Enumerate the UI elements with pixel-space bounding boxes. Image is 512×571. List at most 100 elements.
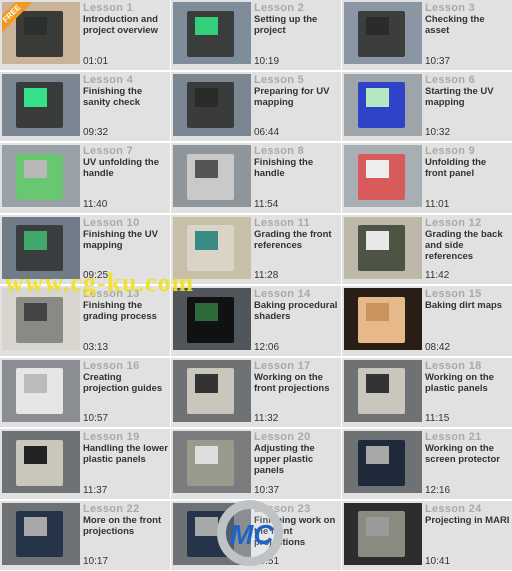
lesson-number: Lesson 2 <box>254 2 305 14</box>
lesson-duration: 10:32 <box>425 127 451 138</box>
watermark-text: www.cg-ku.com <box>5 268 195 297</box>
lesson-duration: 06:44 <box>254 127 280 138</box>
lesson-title[interactable]: Adjusting the upper plastic panels <box>254 443 339 476</box>
lesson-number: Lesson 10 <box>83 216 140 229</box>
lesson-thumbnail[interactable] <box>173 2 251 64</box>
lesson-number: Lesson 5 <box>254 73 305 86</box>
lesson-duration: 11:37 <box>83 484 108 496</box>
lesson-thumbnail[interactable] <box>2 73 80 136</box>
lesson-thumbnail[interactable] <box>344 431 422 493</box>
lesson-thumbnail[interactable]: FREE <box>2 2 80 64</box>
lesson-title[interactable]: Setting up the project <box>254 14 339 36</box>
lesson-card[interactable]: Lesson 21 Working on the screen protecto… <box>342 429 512 499</box>
lesson-title[interactable]: Working on the front projections <box>254 372 339 394</box>
lesson-number: Lesson 7 <box>83 145 134 157</box>
lesson-number: Lesson 12 <box>425 216 482 229</box>
lesson-thumbnail[interactable] <box>344 288 422 350</box>
lesson-title[interactable]: Finishing the handle <box>254 157 339 179</box>
lesson-title[interactable]: Introduction and project overview <box>83 14 168 36</box>
lesson-duration: 11:15 <box>425 413 450 424</box>
lesson-number: Lesson 21 <box>425 431 482 443</box>
lesson-duration: 11:32 <box>254 413 279 424</box>
lesson-number: Lesson 19 <box>83 431 140 443</box>
lesson-title[interactable]: Baking dirt maps <box>425 300 510 311</box>
lesson-card[interactable]: Lesson 3 Checking the asset 10:37 <box>342 0 512 70</box>
lesson-duration: 11:54 <box>254 198 279 210</box>
lesson-title[interactable]: Working on the screen protector <box>425 443 510 465</box>
lesson-title[interactable]: Handling the lower plastic panels <box>83 443 168 465</box>
lesson-number: Lesson 20 <box>254 431 311 443</box>
lesson-number: Lesson 9 <box>425 145 476 157</box>
lesson-card[interactable]: Lesson 17 Working on the front projectio… <box>171 357 341 427</box>
lesson-thumbnail[interactable] <box>2 502 80 565</box>
lesson-thumbnail[interactable] <box>344 73 422 136</box>
lesson-number: Lesson 17 <box>254 359 311 372</box>
lesson-card[interactable]: Lesson 2 Setting up the project 10:19 <box>171 0 341 70</box>
lesson-thumbnail[interactable] <box>173 431 251 493</box>
lesson-card[interactable]: Lesson 11 Grading the front references 1… <box>171 214 341 284</box>
lesson-card[interactable]: Lesson 18 Working on the plastic panels … <box>342 357 512 427</box>
lesson-title[interactable]: Starting the UV mapping <box>425 86 510 108</box>
lesson-number: Lesson 11 <box>254 216 310 229</box>
lesson-duration: 10:57 <box>83 413 109 424</box>
lesson-duration: 10:17 <box>83 556 109 567</box>
lesson-duration: 11:01 <box>425 198 450 210</box>
lesson-card[interactable]: Lesson 19 Handling the lower plastic pan… <box>0 429 170 499</box>
lesson-number: Lesson 24 <box>425 502 482 515</box>
lesson-duration: 10:37 <box>425 55 451 67</box>
lesson-thumbnail[interactable] <box>173 359 251 422</box>
lesson-thumbnail[interactable] <box>344 216 422 279</box>
lesson-title[interactable]: Working on the plastic panels <box>425 372 510 394</box>
lesson-card[interactable]: Lesson 7 UV unfolding the handle 11:40 <box>0 143 170 213</box>
lesson-title[interactable]: Baking procedural shaders <box>254 300 339 322</box>
lesson-duration: 10:41 <box>425 556 451 567</box>
lesson-number: Lesson 22 <box>83 502 140 515</box>
lesson-duration: 12:16 <box>425 484 451 496</box>
lesson-card[interactable]: Lesson 6 Starting the UV mapping 10:32 <box>342 71 512 141</box>
lesson-number: Lesson 1 <box>83 2 134 14</box>
lesson-number: Lesson 16 <box>83 359 140 372</box>
lesson-thumbnail[interactable] <box>344 2 422 64</box>
lesson-card[interactable]: Lesson 20 Adjusting the upper plastic pa… <box>171 429 341 499</box>
lesson-title[interactable]: Checking the asset <box>425 14 510 36</box>
lesson-thumbnail[interactable] <box>344 145 422 207</box>
lesson-duration: 03:13 <box>83 341 109 353</box>
lesson-thumbnail[interactable] <box>344 502 422 565</box>
lesson-thumbnail[interactable] <box>2 431 80 493</box>
lesson-thumbnail[interactable] <box>344 359 422 422</box>
lesson-number: Lesson 3 <box>425 2 476 14</box>
lesson-number: Lesson 8 <box>254 145 305 157</box>
lesson-title[interactable]: Finishing the UV mapping <box>83 229 168 251</box>
lesson-card[interactable]: Lesson 24 Projecting in MARI 10:41 <box>342 500 512 570</box>
lesson-duration: 09:32 <box>83 127 109 138</box>
lesson-thumbnail[interactable] <box>2 359 80 422</box>
lesson-title[interactable]: Unfolding the front panel <box>425 157 510 179</box>
watermark-logo-text: MC <box>230 519 274 550</box>
watermark-logo: MC <box>217 500 283 566</box>
lesson-card[interactable]: Lesson 9 Unfolding the front panel 11:01 <box>342 143 512 213</box>
lesson-card[interactable]: Lesson 12 Grading the back and side refe… <box>342 214 512 284</box>
lesson-title[interactable]: Creating projection guides <box>83 372 168 394</box>
lesson-title[interactable]: Projecting in MARI <box>425 515 510 526</box>
lesson-card[interactable]: Lesson 15 Baking dirt maps 08:42 <box>342 286 512 356</box>
lesson-card[interactable]: Lesson 22 More on the front projections … <box>0 500 170 570</box>
lesson-thumbnail[interactable] <box>173 145 251 207</box>
lesson-card[interactable]: Lesson 8 Finishing the handle 11:54 <box>171 143 341 213</box>
lesson-card[interactable]: Lesson 4 Finishing the sanity check 09:3… <box>0 71 170 141</box>
lesson-title[interactable]: Finishing the grading process <box>83 300 168 322</box>
lesson-card[interactable]: Lesson 14 Baking procedural shaders 12:0… <box>171 286 341 356</box>
lesson-title[interactable]: Finishing the sanity check <box>83 86 168 108</box>
lesson-title[interactable]: Grading the back and side references <box>425 229 510 262</box>
lesson-title[interactable]: UV unfolding the handle <box>83 157 168 179</box>
lesson-title[interactable]: Grading the front references <box>254 229 339 251</box>
lesson-thumbnail[interactable] <box>173 73 251 136</box>
lesson-card[interactable]: Lesson 16 Creating projection guides 10:… <box>0 357 170 427</box>
lesson-title[interactable]: More on the front projections <box>83 515 168 537</box>
lesson-thumbnail[interactable] <box>2 145 80 207</box>
lesson-duration: 11:40 <box>83 198 108 210</box>
lesson-number: Lesson 15 <box>425 288 482 300</box>
lesson-number: Lesson 18 <box>425 359 482 372</box>
lesson-card[interactable]: FREE Lesson 1 Introduction and project o… <box>0 0 170 70</box>
lesson-card[interactable]: Lesson 5 Preparing for UV mapping 06:44 <box>171 71 341 141</box>
lesson-title[interactable]: Preparing for UV mapping <box>254 86 339 108</box>
